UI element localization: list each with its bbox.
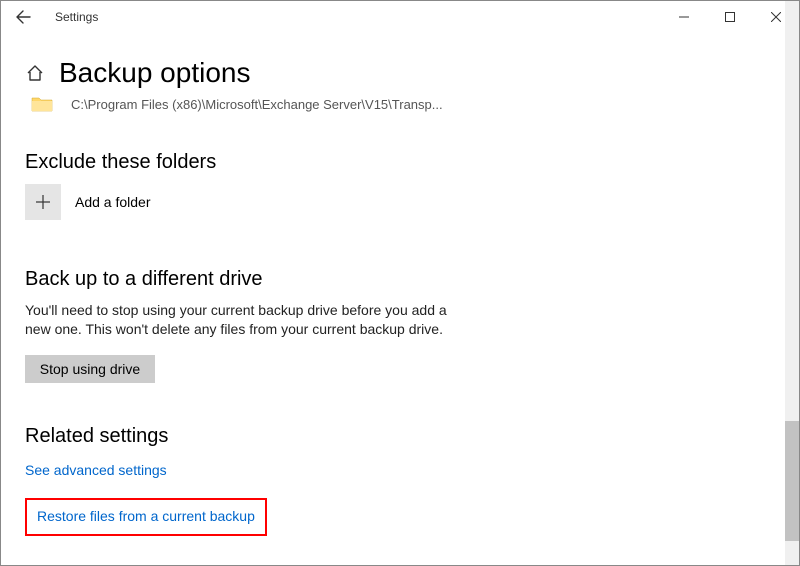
scrollbar-track[interactable]	[785, 1, 799, 565]
see-advanced-settings-link[interactable]: See advanced settings	[25, 462, 167, 478]
minimize-icon	[679, 12, 689, 22]
exclude-section: Exclude these folders Add a folder	[25, 151, 775, 220]
stop-using-drive-button[interactable]: Stop using drive	[25, 355, 155, 383]
different-drive-title: Back up to a different drive	[25, 268, 775, 291]
page-title: Backup options	[59, 57, 250, 89]
related-title: Related settings	[25, 425, 775, 448]
content-area: Backup options C:\Program Files (x86)\Mi…	[1, 33, 799, 565]
add-folder-label: Add a folder	[75, 194, 151, 210]
plus-icon	[35, 194, 51, 210]
add-folder-row[interactable]: Add a folder	[25, 184, 775, 220]
titlebar: Settings	[1, 1, 799, 33]
minimize-button[interactable]	[661, 1, 707, 33]
folder-icon	[31, 95, 53, 113]
window-controls	[661, 1, 799, 33]
arrow-left-icon	[15, 9, 31, 25]
different-drive-section: Back up to a different drive You'll need…	[25, 268, 775, 383]
maximize-button[interactable]	[707, 1, 753, 33]
restore-files-link[interactable]: Restore files from a current backup	[37, 508, 255, 524]
related-section: Related settings See advanced settings R…	[25, 425, 775, 536]
close-icon	[771, 12, 781, 22]
folder-path: C:\Program Files (x86)\Microsoft\Exchang…	[71, 97, 443, 112]
window-title: Settings	[55, 10, 98, 24]
back-button[interactable]	[13, 7, 33, 27]
add-folder-button[interactable]	[25, 184, 61, 220]
scrollbar-thumb[interactable]	[785, 421, 799, 541]
folder-item[interactable]: C:\Program Files (x86)\Microsoft\Exchang…	[31, 95, 775, 113]
restore-highlight: Restore files from a current backup	[25, 498, 267, 536]
home-icon[interactable]	[25, 63, 45, 83]
exclude-title: Exclude these folders	[25, 151, 775, 174]
maximize-icon	[725, 12, 735, 22]
different-drive-desc: You'll need to stop using your current b…	[25, 301, 465, 339]
